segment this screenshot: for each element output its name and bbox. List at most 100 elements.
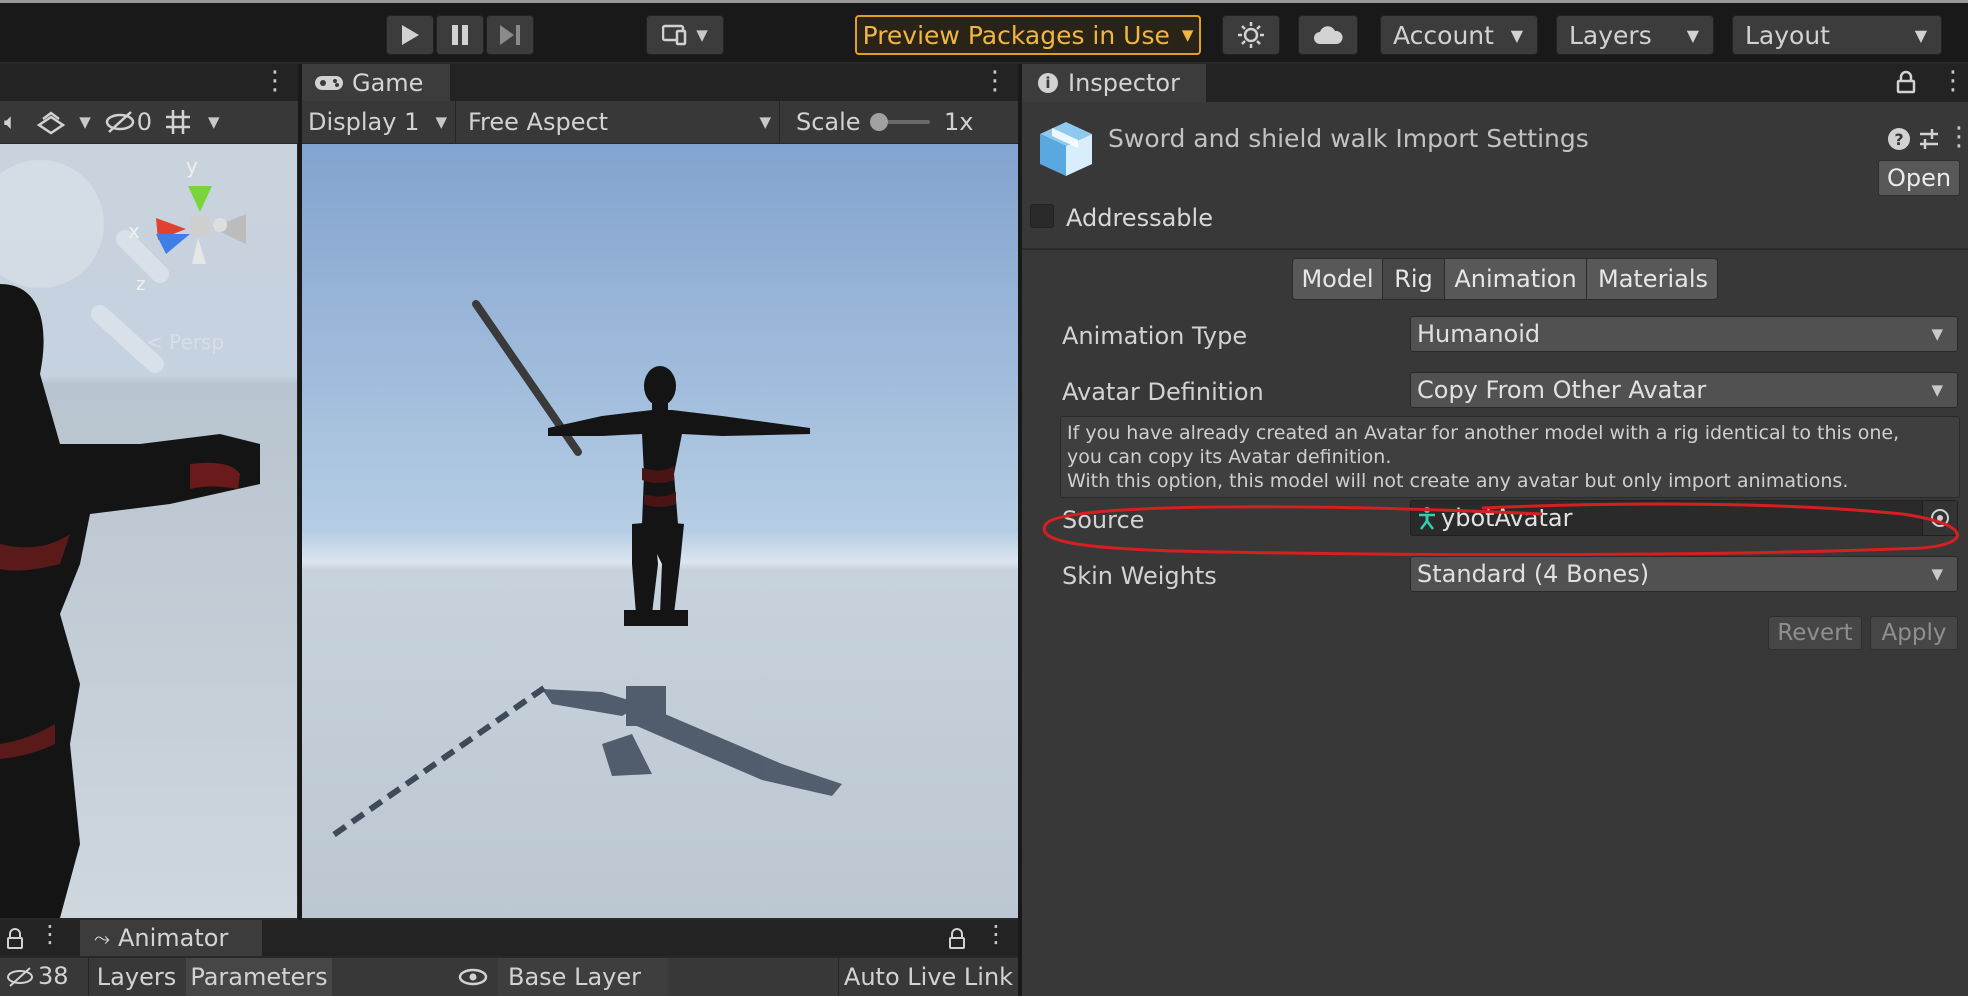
apply-button-label: Apply [1881, 620, 1947, 646]
open-button[interactable]: Open [1878, 160, 1960, 196]
auto-live-link-button[interactable]: Auto Live Link [838, 958, 1018, 996]
layers-tab-label: Layers [96, 963, 177, 991]
lock-icon[interactable] [6, 928, 24, 950]
revert-button[interactable]: Revert [1768, 616, 1862, 650]
lock-icon[interactable] [948, 928, 966, 950]
hidden-eye-icon[interactable] [6, 966, 34, 988]
chevron-down-icon: ▼ [1931, 381, 1943, 399]
inspector-tab-bar: i Inspector ⋮ [1022, 64, 1968, 102]
game-view[interactable] [302, 144, 1018, 918]
revert-button-label: Revert [1777, 620, 1853, 646]
breadcrumb[interactable]: Base Layer [498, 958, 668, 996]
eye-icon[interactable] [458, 967, 488, 987]
help-line-1: If you have already created an Avatar fo… [1067, 422, 1900, 444]
scale-label: Scale [796, 108, 861, 136]
tab-rig-label: Rig [1394, 265, 1433, 293]
device-simulator-button[interactable]: ▼ [646, 15, 724, 55]
help-icon[interactable]: ? [1888, 128, 1910, 150]
chevron-down-icon: ▼ [1931, 325, 1943, 343]
chevron-down-icon[interactable]: ▼ [79, 113, 91, 131]
annotation-highlight [1042, 502, 1959, 557]
inspector-title: Sword and shield walk Import Settings [1108, 124, 1589, 153]
avatar-definition-label: Avatar Definition [1062, 378, 1264, 406]
avatar-definition-value: Copy From Other Avatar [1417, 376, 1707, 404]
tab-rig[interactable]: Rig [1383, 259, 1445, 299]
play-button[interactable] [386, 15, 434, 55]
layout-label: Layout [1745, 20, 1830, 50]
preview-packages-button[interactable]: Preview Packages in Use ▼ [855, 15, 1201, 55]
tab-animator[interactable]: ⤳ Animator [80, 920, 262, 956]
tab-model[interactable]: Model [1293, 259, 1383, 299]
chevron-down-icon[interactable]: ▼ [208, 113, 220, 131]
cloud-button[interactable] [1298, 15, 1358, 55]
audio-toggle-icon[interactable]: 🔈︎ [4, 110, 17, 135]
more-options-icon[interactable]: ⋮ [262, 66, 288, 96]
section-divider [1022, 248, 1968, 250]
tab-animation-label: Animation [1454, 265, 1577, 293]
addressable-label: Addressable [1066, 204, 1213, 232]
game-controls: Display 1 ▼ Free Aspect ▼ Scale 1x [302, 101, 1018, 143]
avatar-definition-dropdown[interactable]: Copy From Other Avatar ▼ [1410, 372, 1958, 408]
scale-value: 1x [944, 108, 974, 136]
inspector-panel: i Inspector ⋮ Sword and shield walk Impo… [1022, 64, 1968, 996]
display-dropdown[interactable]: Display 1 ▼ [302, 101, 456, 143]
step-button[interactable] [486, 15, 534, 55]
scene-controls: 🔈︎ ▼ 0 ▼ [0, 101, 298, 143]
services-button[interactable] [1222, 15, 1280, 55]
pause-button[interactable] [436, 15, 484, 55]
panel-divider[interactable] [1018, 64, 1022, 996]
more-options-icon[interactable]: ⋮ [982, 66, 1008, 96]
model-asset-icon [1040, 122, 1092, 176]
layers-dropdown[interactable]: Layers ▼ [1556, 15, 1714, 55]
tab-parameters[interactable]: Parameters [186, 958, 332, 996]
chevron-down-icon: ▼ [1510, 25, 1523, 45]
tab-layers[interactable]: Layers [88, 958, 184, 996]
more-options-icon[interactable]: ⋮ [984, 920, 1008, 948]
gizmo-z-label: z [136, 274, 146, 295]
projection-label[interactable]: < Persp [146, 330, 224, 354]
tab-materials[interactable]: Materials [1587, 259, 1717, 299]
game-tab-label: Game [352, 69, 424, 97]
apply-button[interactable]: Apply [1870, 616, 1958, 650]
main-toolbar: ▼ Preview Packages in Use ▼ Account ▼ La… [0, 0, 1968, 62]
animation-type-label: Animation Type [1062, 322, 1248, 350]
play-icon [402, 25, 419, 45]
cloud-icon [1314, 26, 1343, 44]
account-dropdown[interactable]: Account ▼ [1380, 15, 1538, 55]
gizmo-y-label: y [186, 154, 198, 178]
preset-sliders-icon[interactable] [1918, 127, 1940, 151]
scene-tab-bar: ⋮ [0, 64, 298, 102]
parameters-tab-label: Parameters [190, 963, 328, 991]
animator-hidden-count: 38 [38, 962, 69, 990]
tab-animation[interactable]: Animation [1445, 259, 1587, 299]
more-options-icon[interactable]: ⋮ [1946, 122, 1968, 152]
grid-icon[interactable] [164, 108, 194, 136]
step-icon [500, 25, 520, 45]
pause-icon [452, 25, 468, 45]
chevron-down-icon: ▼ [759, 113, 771, 131]
open-button-label: Open [1886, 164, 1952, 192]
scale-slider[interactable] [870, 113, 930, 131]
layout-dropdown[interactable]: Layout ▼ [1732, 15, 1942, 55]
more-options-icon[interactable]: ⋮ [38, 920, 62, 948]
aspect-dropdown[interactable]: Free Aspect ▼ [462, 101, 780, 143]
scene-view[interactable]: y x z < Persp [0, 144, 297, 918]
layers-label: Layers [1569, 20, 1652, 50]
chevron-down-icon: ▼ [696, 26, 708, 44]
animation-type-dropdown[interactable]: Humanoid ▼ [1410, 316, 1958, 352]
chevron-down-icon: ▼ [1914, 25, 1927, 45]
device-icon [662, 24, 687, 46]
hidden-eye-icon[interactable] [105, 110, 135, 134]
tab-model-label: Model [1301, 265, 1374, 293]
more-options-icon[interactable]: ⋮ [1940, 66, 1966, 96]
animator-icon: ⤳ [94, 926, 110, 950]
addressable-checkbox[interactable] [1030, 204, 1054, 228]
lock-icon[interactable] [1896, 70, 1916, 94]
effects-icon[interactable] [35, 107, 69, 137]
scale-slider-thumb[interactable] [870, 113, 888, 131]
animator-controls: 38 Layers Parameters Base Layer Auto Liv… [0, 958, 1018, 996]
tab-inspector[interactable]: i Inspector [1022, 64, 1206, 102]
tab-game[interactable]: Game [302, 64, 450, 102]
aspect-label: Free Aspect [468, 108, 609, 136]
animator-panel: ⋮ ⤳ Animator ⋮ 38 Layers Parameters Base… [0, 920, 1018, 996]
